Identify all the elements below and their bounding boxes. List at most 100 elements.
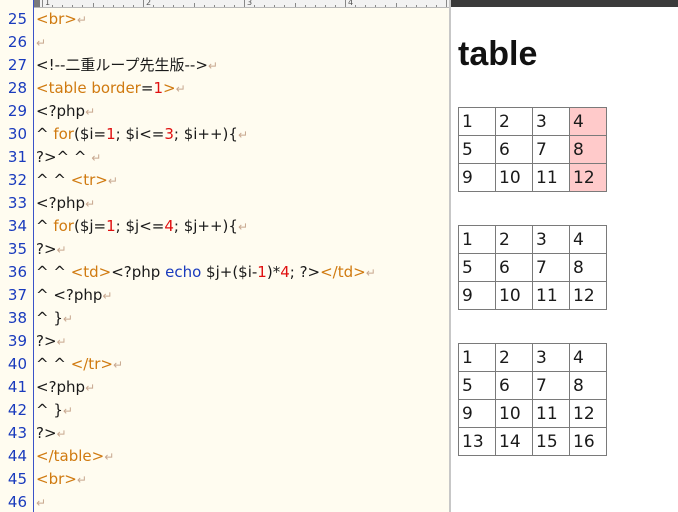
output-table: 1 2 3 4 5 6 7 8 9 10 11 12 [458,225,607,310]
ruler-tick [203,5,205,7]
table-row: 1234 [458,343,607,372]
ruler-tick [62,5,64,7]
code-line[interactable]: <?php↵ [36,192,376,215]
code-line[interactable]: ?>↵ [36,422,376,445]
line-number: 39 [7,332,27,350]
line-number: 29 [7,102,27,120]
code-token: ?> [36,332,57,350]
code-token: <br> [36,470,77,488]
line-number: 30 [7,125,27,143]
ruler-tick [173,5,175,7]
code-line[interactable]: ^ <?php↵ [36,284,376,307]
newline-marker-icon: ↵ [207,59,218,73]
code-line[interactable]: ^ }↵ [36,307,376,330]
code-token: ^ ^ [36,263,71,281]
code-line[interactable]: ?>↵ [36,330,376,353]
line-number: 26 [7,33,27,51]
ruler-tick [395,3,397,7]
code-line[interactable]: <?php↵ [36,376,376,399]
code-token: ^ } [36,401,63,419]
newline-marker-icon: ↵ [62,312,73,326]
table-row: 5678 [458,371,607,400]
code-token: ^ ^ [36,355,71,373]
table-cell: 6 [495,371,533,400]
line-number: 46 [7,493,27,511]
table-cell: 15 [532,427,570,456]
code-line[interactable]: ^ ^ <td><?php echo $j+($i-1)*4; ?></td>↵ [36,261,376,284]
newline-marker-icon: ↵ [56,335,67,349]
table-cell: 5 [458,253,496,282]
code-token: ; $i++){ [173,125,238,143]
ruler-tick [274,5,276,7]
line-number: 42 [7,401,27,419]
table-cell: 6 [495,253,533,282]
table-row: 5678 [458,253,607,282]
newline-marker-icon: ↵ [91,151,102,165]
code-line[interactable]: <br>↵ [36,468,376,491]
code-token: 1 [106,125,116,143]
ruler-label: 3 [247,0,253,7]
code-line[interactable]: ↵ [36,31,376,54]
code-token: <?php [36,102,86,120]
line-number: 32 [7,171,27,189]
code-text-area[interactable]: <br>↵ ↵ <!--二重ループ先生版-->↵ <table border=1>↵ <… [36,8,376,512]
newline-marker-icon: ↵ [112,358,123,372]
code-token: 3 [164,125,174,143]
page-heading: table [458,35,538,73]
line-number: 44 [7,447,27,465]
ruler-tick [375,5,377,7]
code-line[interactable]: ?>^ ^ ↵ [36,146,376,169]
newline-marker-icon: ↵ [36,36,47,50]
code-token: ^ ^ [36,171,71,189]
table-row: 9 10 11 12 [458,163,607,192]
code-line[interactable]: ↵ [36,491,376,512]
code-line[interactable]: ?>↵ [36,238,376,261]
ruler-tick [365,5,367,7]
newline-marker-icon: ↵ [85,197,96,211]
newline-marker-icon: ↵ [237,128,249,142]
table-cell: 6 [495,135,533,164]
table-cell: 2 [495,107,533,136]
code-line[interactable]: </table>↵ [36,445,376,468]
newline-marker-icon: ↵ [102,289,113,303]
code-line[interactable]: <br>↵ [36,8,376,31]
code-line[interactable]: <?php↵ [36,100,376,123]
code-token: ; $j++){ [173,217,238,235]
code-token: )* [266,263,281,281]
table-cell: 11 [532,281,570,310]
code-token: for [53,125,74,143]
ruler-tick [213,5,215,7]
code-line[interactable]: <table border=1>↵ [36,77,376,100]
ruler-tick [112,5,114,7]
code-line[interactable]: <!--二重ループ先生版-->↵ [36,54,376,77]
ruler-tick [415,5,417,7]
code-line[interactable]: ^ ^ </tr>↵ [36,353,376,376]
table-cell: 3 [532,107,570,136]
code-token: <table [36,79,92,97]
ruler-tick [244,0,245,7]
code-token: </td> [320,263,366,281]
code-editor[interactable]: 1234 25 26 27 28 29 30 31 32 33 34 35 36 37 38 39 40 41 4… [0,0,449,512]
line-number: 40 [7,355,27,373]
code-token: <td> [70,263,112,281]
ruler-tick [385,5,387,7]
code-token: <!--二重ループ先生版--> [36,56,208,74]
code-line[interactable]: ^ ^ <tr>↵ [36,169,376,192]
table-cell: 5 [458,371,496,400]
ruler-tick [193,3,195,7]
table-cell: 5 [458,135,496,164]
ruler-label: 1 [45,0,51,7]
code-token: 4 [280,263,290,281]
code-line[interactable]: ^ for($i=1; $i<=3; $i++){↵ [36,123,376,146]
preview-top-bar [451,0,678,7]
table-cell: 1 [458,107,496,136]
ruler-cursor-marker [34,0,40,7]
line-number: 38 [7,309,27,327]
column-ruler: 1 2 3 4 [34,0,449,8]
code-token: for [53,217,74,235]
ruler-tick [334,5,336,7]
code-line[interactable]: ^ for($j=1; $j<=4; $j++){↵ [36,215,376,238]
ruler-tick [294,3,296,7]
code-token: ($j= [73,217,107,235]
code-line[interactable]: ^ }↵ [36,399,376,422]
